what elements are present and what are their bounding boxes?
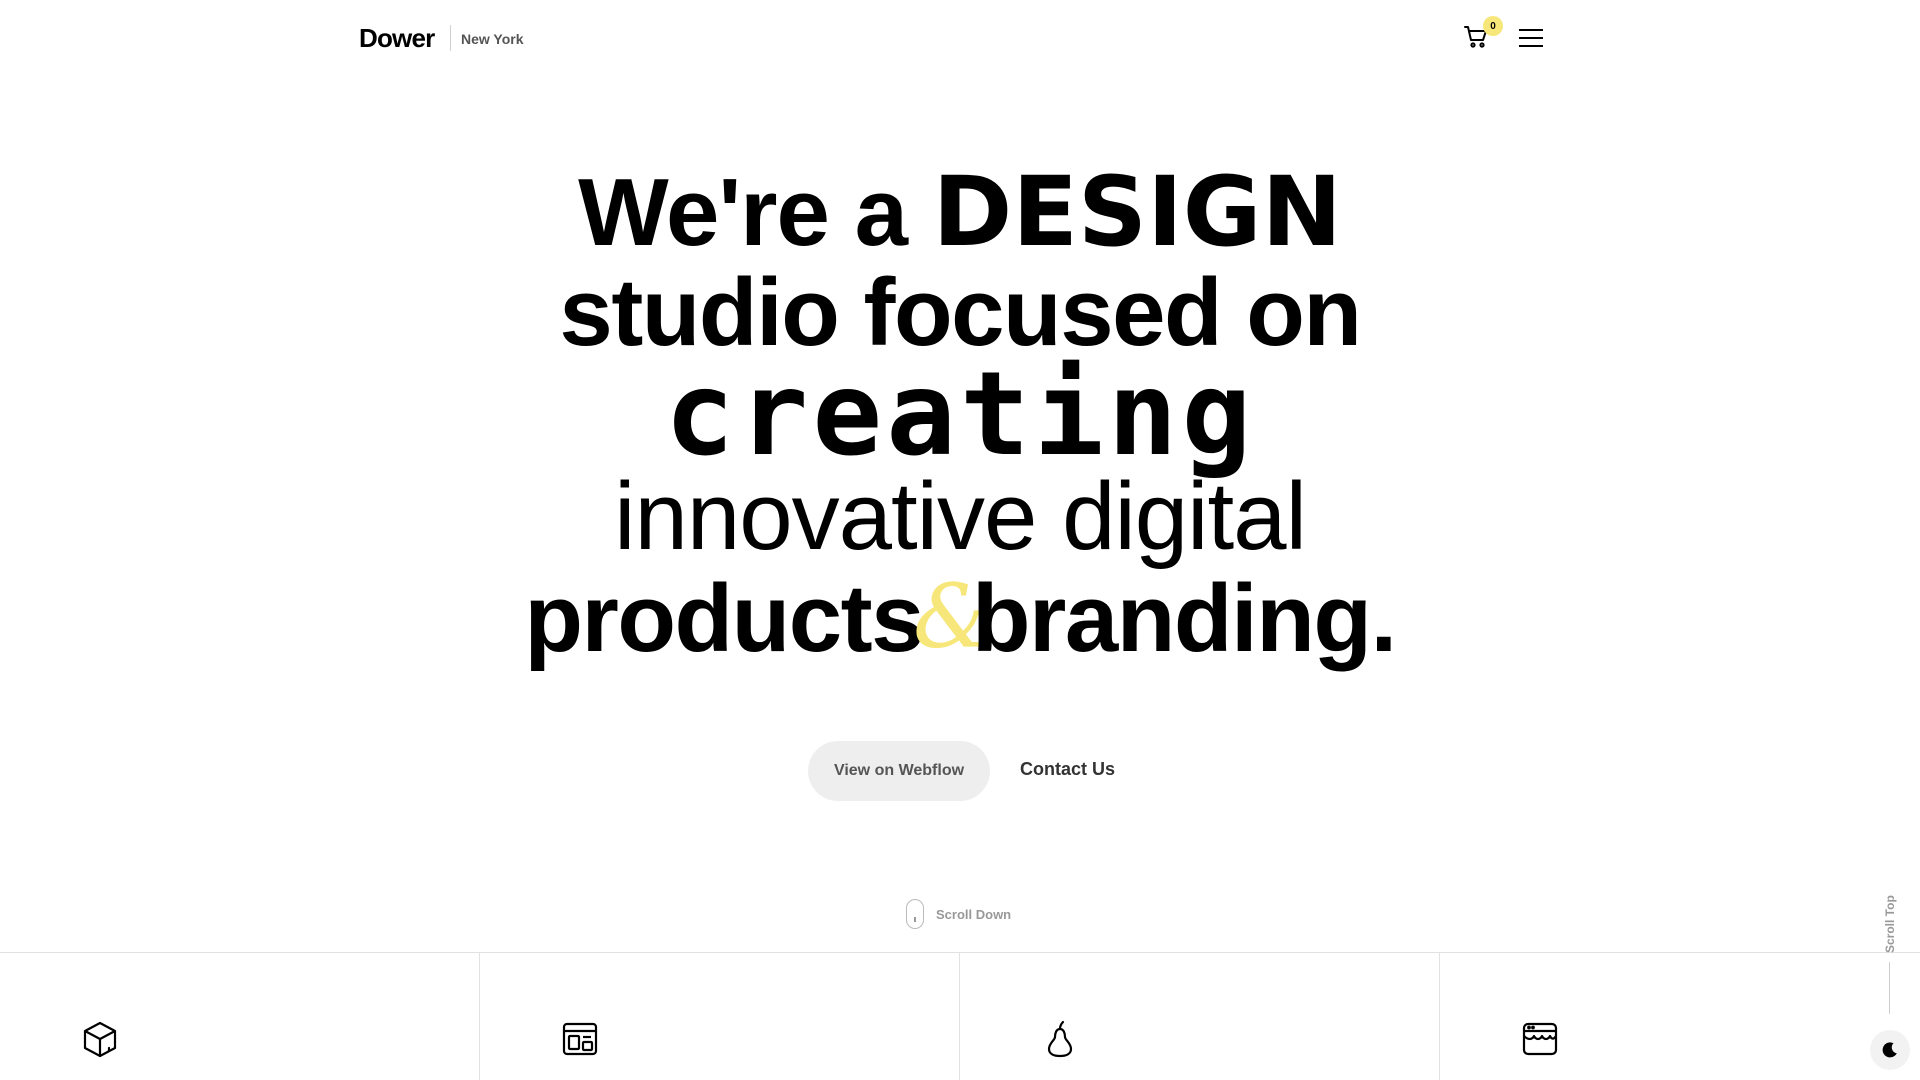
hero-design-word: DESIGN — [932, 156, 1342, 268]
feature-cell-1 — [0, 953, 480, 1080]
cart-count-badge: 0 — [1483, 16, 1503, 36]
contact-us-link[interactable]: Contact Us — [1020, 759, 1115, 780]
pear-icon — [1047, 1020, 1073, 1058]
feature-cell-4 — [1440, 953, 1920, 1080]
mouse-scroll-icon — [906, 899, 924, 929]
hero-pixel-word: creating — [664, 347, 1256, 482]
page: Dower New York 0 We're a DESIGN studio f… — [0, 0, 1920, 1080]
city-label: New York — [461, 31, 524, 47]
feature-cell-3 — [960, 953, 1440, 1080]
scroll-top-line — [1889, 962, 1890, 1014]
hero-line-1-text: We're a — [578, 159, 933, 266]
scroll-down-label: Scroll Down — [936, 906, 1012, 922]
dark-mode-toggle[interactable] — [1870, 1030, 1910, 1070]
cube-icon — [83, 1021, 117, 1058]
layout-icon — [562, 1022, 598, 1056]
hero-products-word: products — [524, 565, 924, 672]
moon-icon — [1882, 1042, 1897, 1058]
hero-line-1: We're a DESIGN — [0, 162, 1920, 263]
brand-divider — [450, 25, 451, 51]
hero-line-5: products&branding. — [0, 567, 1920, 669]
feature-cell-2 — [480, 953, 960, 1080]
brand-logo[interactable]: Dower — [359, 23, 435, 54]
feature-strip — [0, 952, 1920, 1080]
store-icon — [1522, 1022, 1558, 1056]
site-header: Dower New York 0 — [359, 16, 1545, 58]
scroll-down-indicator[interactable]: Scroll Down — [906, 898, 1011, 930]
scroll-top-label: Scroll Top — [1883, 895, 1897, 953]
hamburger-menu-icon[interactable] — [1517, 26, 1545, 50]
view-on-webflow-button[interactable]: View on Webflow — [808, 741, 990, 801]
hero-headline: We're a DESIGN studio focused on creatin… — [0, 162, 1920, 669]
hero-branding-word: branding. — [971, 565, 1397, 672]
hero-line-4: innovative digital — [614, 463, 1307, 570]
